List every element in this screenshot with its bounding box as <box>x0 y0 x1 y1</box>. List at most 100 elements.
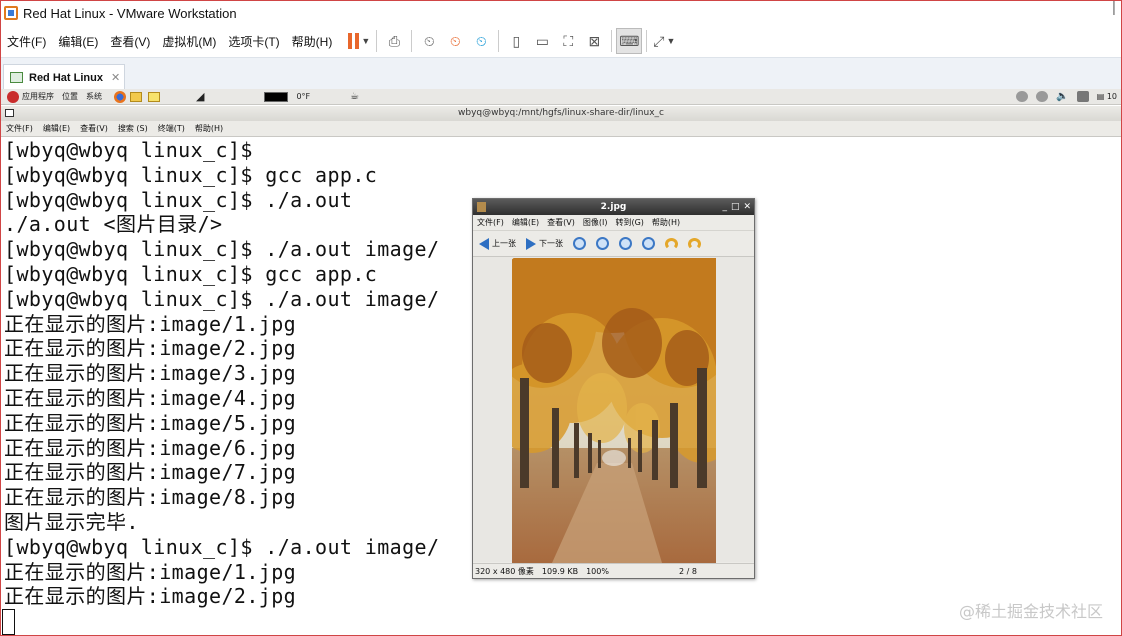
image-viewer-window[interactable]: 2.jpg _ □ ✕ 文件(F) 编辑(E) 查看(V) 图像(I) 转到(G… <box>472 198 755 579</box>
window-title: Red Hat Linux - VMware Workstation <box>23 5 237 21</box>
menu-help[interactable]: 帮助(H) <box>286 33 339 50</box>
previous-label: 上一张 <box>492 239 516 248</box>
library-icon: ▯ <box>512 32 521 49</box>
terminal-menu-bar: 文件(F) 编辑(E) 查看(V) 搜索 (S) 终端(T) 帮助(H) <box>1 121 1121 137</box>
panel-applications[interactable]: 应用程序 <box>22 91 54 102</box>
rotate-right-icon[interactable] <box>688 237 701 250</box>
system-monitor-icon <box>264 91 289 102</box>
library-button[interactable]: ▯ <box>503 28 529 54</box>
image-dimensions: 320 x 480 像素 <box>475 566 534 576</box>
image-file-icon <box>477 202 486 212</box>
vm-tab-bar: Red Hat Linux ✕ <box>1 57 1121 90</box>
fit-guest-button[interactable]: ⛶ <box>555 28 581 54</box>
viewer-title-bar[interactable]: 2.jpg _ □ ✕ <box>473 199 754 215</box>
console-icon: ⌨ <box>619 32 640 49</box>
fullscreen-button[interactable]: ⤢ ▼ <box>651 28 677 54</box>
previous-image-button[interactable]: 上一张 <box>479 237 516 250</box>
terminal-cursor <box>2 609 15 635</box>
zoom-fit-icon[interactable] <box>642 237 655 250</box>
console-view-button[interactable]: ⌨ <box>616 28 643 54</box>
notes-icon[interactable] <box>148 91 160 102</box>
revert-snapshot-icon: ⏲ <box>449 32 461 49</box>
network-icon[interactable] <box>1036 91 1049 102</box>
manage-snapshots-button[interactable]: ⏲ <box>468 28 494 54</box>
image-canvas[interactable] <box>473 257 754 563</box>
unity-button[interactable]: ⊠ <box>581 28 607 54</box>
viewer-menu-image[interactable]: 图像(I) <box>583 217 608 228</box>
viewer-menu-bar: 文件(F) 编辑(E) 查看(V) 图像(I) 转到(G) 帮助(H) <box>473 215 754 231</box>
zoom-out-icon[interactable] <box>596 237 609 250</box>
viewer-menu-help[interactable]: 帮助(H) <box>652 217 680 228</box>
vmware-menu-toolbar: 文件(F) 编辑(E) 查看(V) 虚拟机(M) 选项卡(T) 帮助(H) ▼ … <box>1 25 1121 57</box>
menu-vm[interactable]: 虚拟机(M) <box>156 33 222 50</box>
revert-snapshot-button[interactable]: ⏲ <box>442 28 468 54</box>
vmware-window: Red Hat Linux - VMware Workstation │ 文件(… <box>0 0 1122 636</box>
image-position: 2 / 8 <box>679 566 697 576</box>
arrow-right-icon <box>526 237 536 250</box>
menu-edit[interactable]: 编辑(E) <box>52 33 104 50</box>
viewer-menu-file[interactable]: 文件(F) <box>477 217 504 228</box>
terminal-line: [wbyq@wbyq linux_c]$ <box>4 138 253 162</box>
watermark: @稀土掘金技术社区 <box>958 602 1103 621</box>
tab-red-hat-linux[interactable]: Red Hat Linux ✕ <box>3 64 125 90</box>
zoom-in-icon[interactable] <box>573 237 586 250</box>
volume-icon[interactable]: 🔈 <box>1056 91 1068 102</box>
thumbnail-button[interactable]: ▭ <box>529 28 555 54</box>
manage-snapshots-icon: ⏲ <box>475 32 487 49</box>
terminal-menu-help[interactable]: 帮助(H) <box>195 123 223 134</box>
terminal-line: [wbyq@wbyq linux_c]$ gcc app.c <box>4 162 378 187</box>
terminal-line: 正在显示的图片:image/2.jpg <box>4 584 297 609</box>
clock[interactable]: ▤ 10 <box>1097 92 1117 101</box>
terminal-menu-edit[interactable]: 编辑(E) <box>43 123 70 134</box>
redhat-logo-icon <box>7 90 19 103</box>
menu-tabs[interactable]: 选项卡(T) <box>222 33 285 50</box>
title-bar: Red Hat Linux - VMware Workstation │ <box>1 1 1121 25</box>
viewer-menu-edit[interactable]: 编辑(E) <box>512 217 539 228</box>
send-ctrl-alt-del-button[interactable]: ⎙ <box>381 28 407 54</box>
close-tab-icon[interactable]: ✕ <box>111 71 120 84</box>
snapshot-button[interactable]: ⏲ <box>416 28 442 54</box>
zoom-normal-icon[interactable] <box>619 237 632 250</box>
coffee-icon[interactable]: ☕ <box>350 91 359 102</box>
viewer-toolbar: 上一张 下一张 <box>473 231 754 257</box>
next-image-button[interactable]: 下一张 <box>526 237 563 250</box>
terminal-menu-terminal[interactable]: 终端(T) <box>158 123 185 134</box>
tab-label: Red Hat Linux <box>29 71 103 84</box>
menu-view[interactable]: 查看(V) <box>104 33 156 50</box>
viewer-menu-view[interactable]: 查看(V) <box>547 217 575 228</box>
battery-icon[interactable] <box>1076 91 1089 102</box>
viewer-status-bar: 320 x 480 像素 109.9 KB 100% 2 / 8 <box>473 563 754 578</box>
pause-button[interactable]: ▼ <box>346 28 372 54</box>
send-keys-icon: ⎙ <box>388 32 400 49</box>
menu-file[interactable]: 文件(F) <box>1 33 52 50</box>
close-button[interactable]: ✕ <box>743 199 751 215</box>
weather-temperature: 0°F <box>296 92 311 101</box>
minimize-button[interactable]: _ <box>722 199 727 215</box>
terminal-menu-search[interactable]: 搜索 (S) <box>118 123 148 134</box>
panel-system[interactable]: 系统 <box>86 91 102 102</box>
arrow-left-icon <box>479 237 489 250</box>
snapshot-icon: ⏲ <box>423 32 435 49</box>
vmware-app-icon <box>4 6 18 20</box>
firefox-icon[interactable] <box>114 90 126 103</box>
autumn-tree-avenue-photo <box>512 258 716 563</box>
mail-icon[interactable] <box>130 91 142 102</box>
close-window-button[interactable]: │ <box>1107 1 1121 25</box>
terminal-title: wbyq@wbyq:/mnt/hgfs/linux-share-dir/linu… <box>458 108 664 118</box>
fit-guest-icon: ⛶ <box>563 32 574 49</box>
viewer-menu-go[interactable]: 转到(G) <box>615 217 643 228</box>
terminal-title-bar: wbyq@wbyq:/mnt/hgfs/linux-share-dir/linu… <box>1 106 1121 121</box>
fullscreen-icon: ⤢ <box>653 32 665 49</box>
maximize-button[interactable]: □ <box>731 199 740 215</box>
rotate-left-icon[interactable] <box>665 237 678 250</box>
vm-icon <box>10 72 23 83</box>
terminal-menu-file[interactable]: 文件(F) <box>6 123 33 134</box>
pause-icon <box>348 33 360 49</box>
update-icon[interactable] <box>1016 91 1029 102</box>
terminal-icon <box>5 109 14 117</box>
viewer-title: 2.jpg <box>600 202 627 212</box>
panel-places[interactable]: 位置 <box>62 91 78 102</box>
terminal-menu-view[interactable]: 查看(V) <box>80 123 108 134</box>
guest-top-panel: 应用程序 位置 系统 ◢ 0°F ☕ 🔈 ▤ 10 <box>1 89 1121 105</box>
dolphin-icon[interactable]: ◢ <box>196 90 204 103</box>
